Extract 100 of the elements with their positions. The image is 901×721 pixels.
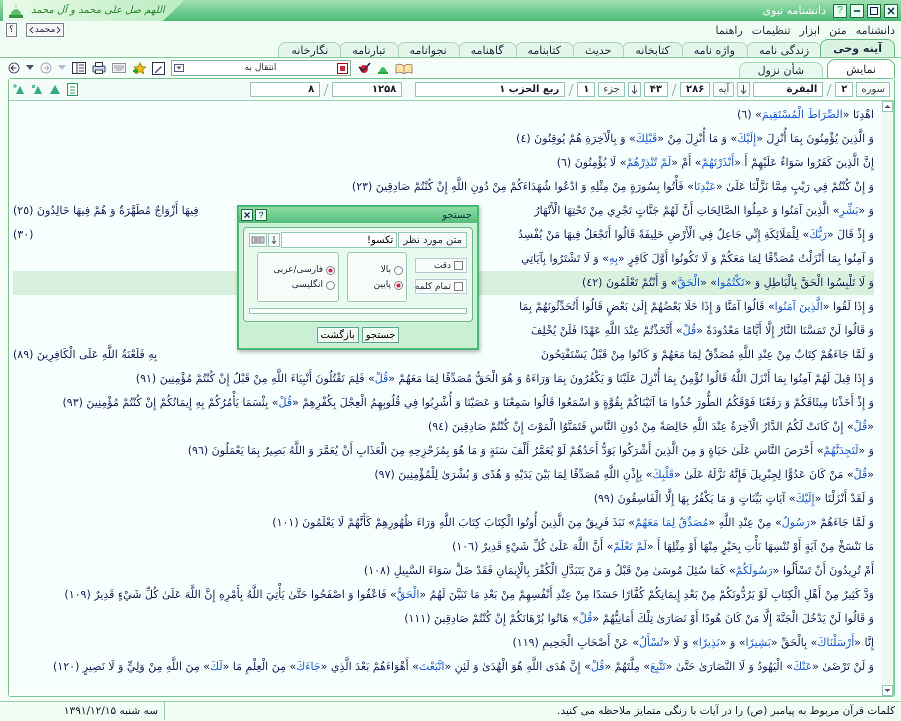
search-field[interactable]: تکسو! [281, 232, 398, 248]
tab[interactable]: نگارخانه [278, 42, 342, 57]
selected-radio-icon[interactable] [326, 266, 335, 274]
verse-text: وَ لَنْ تَرْضَىٰ «عَنْكَ» الْيَهُودُ وَ لَا النَّصَارَىٰ حَتَّىٰ «تَتَّبِعَ» مِلَّتَهُمْ «قُلْ» إِنَّ هُدَى اللَّهِ هُوَ الْهُدَىٰ وَ لَئِنِ «اتَّبَعْتَ» أَهْوَاءَهُمْ بَعْدَ الَّذِي «جَاءَكَ» مِنَ الْعِلْمِ مَا «لَكَ» مِنَ اللَّهِ مِنْ وَلِيٍّ وَ لَا نَصِيرٍ (١٢٠) [53, 655, 874, 679]
minimize-icon[interactable] [850, 4, 864, 18]
keyboard-icon[interactable] [112, 63, 126, 73]
verse-text: وَ إِذَا قِيلَ لَهُمْ آمِنُوا بِمَا أَنْزَلَ اللَّهُ قَالُوا نُؤْمِنُ بِمَا أُنْزِلَ عَلَيْنَا وَ يَكْفُرُونَ بِمَا وَرَاءَهُ وَ هُوَ الْحَقُّ مُصَدِّقًا لِمَا مَعَهُمْ «قُلْ» فَلِمَ تَقْتُلُونَ أَنْبِيَاءَ اللَّهِ مِنْ قَبْلُ إِنْ كُنْتُمْ مُؤْمِنِينَ (٩١) [136, 367, 874, 391]
radio-icon[interactable] [394, 266, 403, 274]
back-arrow-icon[interactable] [8, 62, 20, 74]
tab[interactable]: زندگی نامه [746, 42, 822, 57]
tab[interactable]: کتابخانه [622, 42, 683, 57]
bookmark-remove-icon[interactable] [31, 83, 43, 95]
subtab[interactable]: شأن نزول [738, 62, 824, 78]
dialog-button[interactable]: جستجو [362, 327, 400, 343]
verse-text: وَ «بَشِّرِ» الَّذِينَ آمَنُوا وَ عَمِلُوا الصَّالِحَاتِ أَنَّ لَهُمْ جَنَّاتٍ تَجْرِي مِنْ تَحْتِهَا الْأَنْهَارُ [534, 199, 874, 223]
verse-text: «قُلْ» مَنْ كَانَ عَدُوًّا لِجِبْرِيلَ فَإِنَّهُ نَزَّلَهُ عَلَىٰ «قَلْبِكَ» بِإِذْنِ اللَّهِ مُصَدِّقًا لِمَا بَيْنَ يَدَيْهِ وَ هُدًى وَ بُشْرَىٰ لِلْمُؤْمِنِينَ (٩٧) [374, 463, 874, 487]
layout-icon[interactable] [72, 62, 86, 74]
juz-label: جزء [598, 82, 625, 97]
close-icon[interactable] [241, 209, 253, 221]
menu-item[interactable]: راهنما [716, 24, 743, 36]
print-icon[interactable] [92, 62, 106, 74]
tab[interactable]: گاهنامه [458, 42, 517, 57]
scrollbar[interactable] [882, 101, 894, 696]
help-button[interactable]: ؟ [6, 23, 17, 37]
verse-text: وَ آمِنُوا بِمَا أَنْزَلْتُ مُصَدِّقًا لِمَا مَعَكُمْ وَ لَا تَكُونُوا أَوَّلَ كَافِرٍ «بِهِ» وَ لَا تَشْتَرُوا بِآيَاتِي [520, 247, 874, 271]
field-label: متن مورد نظر [398, 232, 467, 248]
verse-text: مَا نَنْسَخْ مِنْ آيَةٍ أَوْ نُنْسِهَا نَأْتِ بِخَيْرٍ مِنْهَا أَوْ مِثْلِهَا أَ «لَمْ تَعْلَمْ» أَنَّ اللَّهَ عَلَىٰ كُلِّ شَيْءٍ قَدِيرٌ (١٠٦) [452, 535, 874, 559]
page-total-field: ۱۲۵۸ [332, 82, 402, 97]
star-plus-icon[interactable] [132, 62, 146, 74]
verse-text: وَ لَقَدْ أَنْزَلْنَا «إِلَيْكَ» آيَاتٍ بَيِّنَاتٍ وَ مَا يَكْفُرُ بِهَا إِلَّا الْفَاسِقُونَ (٩٩) [594, 487, 874, 511]
menu-item[interactable]: متن [829, 24, 847, 36]
check-icon[interactable] [357, 62, 371, 74]
radio-option[interactable]: فارسی/عربی [258, 265, 338, 275]
calligraphy-text: اللهم صل علی محمد و آل محمد [31, 5, 165, 16]
checkbox[interactable]: تمام کلمه [415, 279, 467, 294]
tab[interactable]: حدیث [572, 42, 624, 57]
document-icon[interactable] [67, 83, 78, 96]
scroll-down-icon[interactable] [882, 685, 893, 696]
menu-item[interactable]: دانشنامه [856, 24, 895, 36]
selected-radio-icon[interactable] [394, 280, 403, 290]
verse-text: اهْدِنَا «الصِّرَاطَ الْمُسْتَقِيمَ» (٦) [737, 103, 874, 127]
verse-text: وَ إِذْ قَالَ «رَبُّكَ» لِلْمَلَائِكَةِ إِنِّي جَاعِلٌ فِي الْأَرْضِ خَلِيفَةً قَالُوا أَتَجْعَلُ فِيهَا مَنْ يُفْسِدُ [518, 223, 874, 247]
verse-text: وَدَّ كَثِيرٌ مِنْ أَهْلِ الْكِتَابِ لَوْ يَرُدُّونَكُمْ مِنْ بَعْدِ إِيمَانِكُمْ كُفَّارًا حَسَدًا مِنْ عِنْدِ أَنْفُسِهِمْ مِنْ بَعْدِ مَا تَبَيَّنَ لَهُمُ «الْحَقُّ» فَاعْفُوا وَ اصْفَحُوا حَتَّىٰ يَأْتِيَ اللَّهُ بِأَمْرِهِ إِنَّ اللَّهَ عَلَىٰ كُلِّ شَيْءٍ قَدِيرٌ (١٠٩) [64, 583, 874, 607]
juz-number-field[interactable]: ۱ [577, 82, 596, 97]
page-field[interactable]: ۸ [250, 82, 320, 97]
bookmark-add-icon[interactable] [13, 83, 25, 95]
verse-text: وَ إِذَا لَقُوا «الَّذِينَ آمَنُوا» قَالُوا آمَنَّا وَ إِذَا خَلَا بَعْضُهُمْ إِلَىٰ بَعْضٍ قَالُوا أَتُحَدِّثُونَهُمْ بِمَا [519, 295, 874, 319]
close-icon[interactable] [884, 4, 898, 18]
radio-option[interactable]: پایین [348, 280, 406, 290]
name-button[interactable]: محمد [26, 23, 64, 37]
verse-text: أَمْ تُرِيدُونَ أَنْ تَسْأَلُوا «رَسُولَكُمْ» كَمَا سُئِلَ مُوسَىٰ مِنْ قَبْلُ وَ مَنْ يَتَبَدَّلِ الْكُفْرَ بِالْإِيمَانِ فَقَدْ ضَلَّ سَوَاءَ السَّبِيلِ (١٠٨) [364, 559, 874, 583]
radio-icon[interactable] [326, 280, 335, 290]
aya-number-field[interactable]: ۴۳ [644, 82, 668, 97]
tab[interactable]: آینه وحی [820, 39, 895, 57]
dialog-button[interactable]: بازگشت [316, 327, 359, 343]
aya-label: آیه [713, 82, 734, 97]
verse-text: إِنَّا «أَرْسَلْنَاكَ» بِالْحَقِّ «بَشِيرًا» وَ «نَذِيرًا» وَ لَا «تُسْأَلُ» عَنْ أَصْحَابِ الْجَحِيمِ (١١٩) [512, 631, 874, 655]
dialog-title: جستجو [442, 210, 472, 220]
aya-total-field: ۲۸۶ [680, 82, 710, 97]
sura-name-field[interactable]: البقرة [753, 82, 824, 97]
tab[interactable]: کتابنامه [514, 42, 574, 57]
subtab[interactable]: نمایش [827, 59, 895, 78]
verse-text: وَ «لَتَجِدَنَّهُمْ» أَحْرَصَ النَّاسِ عَلَىٰ حَيَاةٍ وَ مِنَ الَّذِينَ أَشْرَكُوا يَوَدُّ أَحَدُهُمْ لَوْ يُعَمَّرُ أَلْفَ سَنَةٍ وَ مَا هُوَ بِمُزَحْزِحِهِ مِنَ الْعَذَابِ أَنْ يُعَمَّرَ وَ اللَّهُ بَصِيرٌ بِمَا يَعْمَلُونَ (٩٦) [188, 439, 874, 463]
radio-option[interactable]: بالا [348, 265, 406, 275]
window-title: دانشنامه نبوی [762, 4, 826, 17]
edit-icon[interactable] [152, 62, 165, 74]
menu-item[interactable]: تنظیمات [752, 24, 791, 36]
verse-text: وَ قَالُوا لَنْ يَدْخُلَ الْجَنَّةَ إِلَّا مَنْ كَانَ هُودًا أَوْ نَصَارَىٰ تِلْكَ أَمَانِيُّهُمْ «قُلْ» هَاتُوا بُرْهَانَكُمْ إِنْ كُنْتُمْ صَادِقِينَ (١١١) [404, 607, 874, 631]
verse-text: إِنَّ الَّذِينَ كَفَرُوا سَوَاءٌ عَلَيْهِمْ أَ «أَنْذَرْتَهُمْ» أَمْ «لَمْ تُنْذِرْهُمْ» لَا يُؤْمِنُونَ (٦) [556, 151, 874, 175]
keyboard-icon[interactable] [249, 233, 267, 247]
checkbox-icon[interactable] [454, 261, 463, 270]
tab[interactable]: واژه نامه [680, 42, 748, 57]
scroll-up-icon[interactable] [882, 101, 893, 112]
open-book-icon[interactable] [395, 62, 413, 74]
chevron-right-icon [56, 26, 62, 34]
tab[interactable]: نجوانامه [396, 42, 460, 57]
caret-icon[interactable] [174, 64, 184, 72]
status-message: کلمات قرآن مربوط به پیامبر (ص) را در آیات با رنگی متمایز ملاحظه می کنید. [556, 705, 896, 717]
slash-icon [568, 82, 574, 96]
checkbox[interactable]: دقت [415, 258, 467, 273]
sura-number-field[interactable]: ۲ [835, 82, 854, 97]
caret-icon[interactable] [26, 65, 34, 71]
help-button[interactable]: ? [255, 209, 267, 221]
verse-text: وَ لَمَّا جَاءَهُمْ كِتَابٌ مِنْ عِنْدِ اللَّهِ مُصَدِّقٌ لِمَا مَعَهُمْ وَ كَانُوا مِنْ قَبْلُ يَسْتَفْتِحُونَ [540, 343, 874, 367]
menu-item[interactable]: ابزار [800, 24, 820, 36]
hizb-field: ربع الحزب ۱ [415, 82, 566, 97]
verse-text: وَ لَا تَلْبِسُوا الْحَقَّ بِالْبَاطِلِ وَ «تَكْتُمُوا» «الْحَقَّ» وَ أَنْتُمْ تَعْلَمُونَ (٤٢) [582, 271, 874, 295]
slash-icon [671, 82, 678, 96]
tab[interactable]: تبارنامه [339, 42, 399, 57]
status-date: سه شنبه ۱۳۹۱/۱۲/۱۵ [0, 702, 165, 720]
bookmark-icon[interactable] [49, 83, 61, 95]
maximize-icon[interactable] [867, 4, 881, 18]
checkbox-icon[interactable] [454, 282, 463, 291]
verse-text: وَ لَمَّا جَاءَهُمْ «رَسُولٌ» مِنْ عِنْدِ اللَّهِ «مُصَدِّقٌ لِمَا مَعَهُمْ» نَبَذَ فَرِيقٌ مِنَ الَّذِينَ أُوتُوا الْكِتَابَ كِتَابَ اللَّهِ وَرَاءَ ظُهُورِهِمْ كَأَنَّهُمْ لَا يَعْلَمُونَ (١٠١) [272, 511, 874, 535]
slash-icon [826, 82, 832, 96]
sura-label: سوره [856, 82, 890, 97]
goto-select[interactable]: انتقال به [171, 60, 351, 76]
radio-option[interactable]: انگلیسی [258, 280, 338, 290]
slash-icon [323, 82, 330, 96]
verse-text: وَ الَّذِينَ يُؤْمِنُونَ بِمَا أُنْزِلَ «إِلَيْكَ» وَ مَا أُنْزِلَ مِنْ «قَبْلِكَ» وَ بِالْآخِرَةِ هُمْ يُوقِنُونَ (٤) [516, 127, 874, 151]
